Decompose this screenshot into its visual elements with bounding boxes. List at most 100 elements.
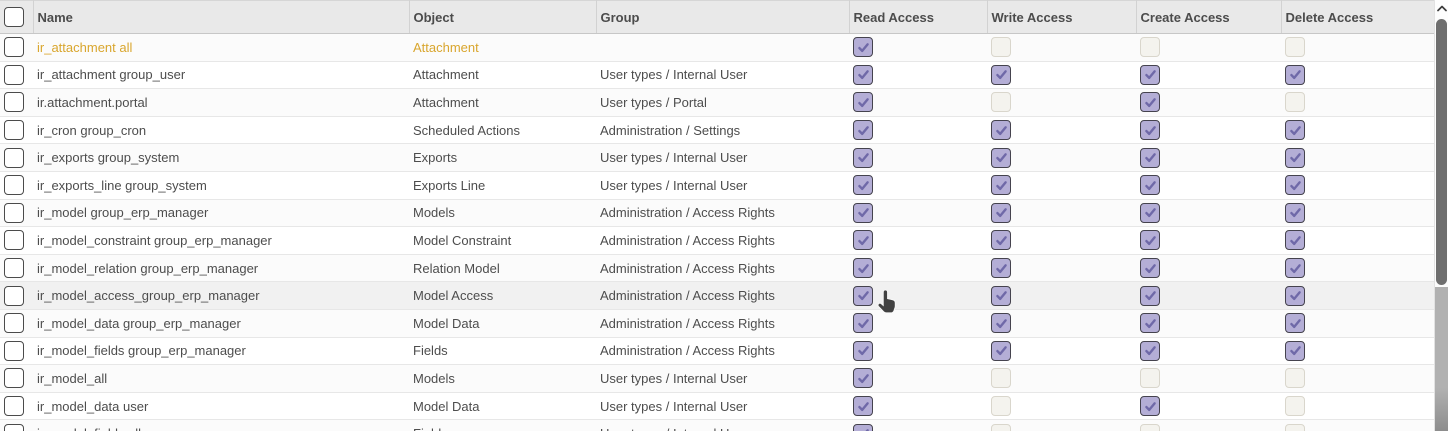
row-select-checkbox[interactable] [4,341,24,361]
column-header-delete-access[interactable]: Delete Access [1281,1,1434,34]
delete-access-checkbox[interactable] [1285,92,1305,112]
cell-object[interactable]: Model Data [409,392,596,420]
cell-group[interactable]: User types / Internal User [596,171,849,199]
cell-group[interactable]: Administration / Access Rights [596,282,849,310]
create-access-checkbox[interactable] [1140,230,1160,250]
write-access-checkbox[interactable] [991,37,1011,57]
cell-group[interactable]: Administration / Access Rights [596,254,849,282]
create-access-checkbox[interactable] [1140,120,1160,140]
table-row[interactable]: ir_exports group_systemExportsUser types… [0,144,1434,172]
write-access-checkbox[interactable] [991,120,1011,140]
delete-access-checkbox[interactable] [1285,313,1305,333]
column-header-object[interactable]: Object [409,1,596,34]
cell-group[interactable] [596,34,849,62]
delete-access-checkbox[interactable] [1285,175,1305,195]
create-access-checkbox[interactable] [1140,258,1160,278]
cell-group[interactable]: Administration / Access Rights [596,227,849,255]
table-row[interactable]: ir_model_access_group_erp_managerModel A… [0,282,1434,310]
read-access-checkbox[interactable] [853,286,873,306]
create-access-checkbox[interactable] [1140,286,1160,306]
read-access-checkbox[interactable] [853,230,873,250]
read-access-checkbox[interactable] [853,92,873,112]
cell-name[interactable]: ir_model_fields group_erp_manager [33,337,409,365]
select-all-header-cell[interactable] [0,1,33,34]
cell-object[interactable]: Exports [409,144,596,172]
cell-object[interactable]: Relation Model [409,254,596,282]
row-select-checkbox[interactable] [4,65,24,85]
table-row[interactable]: ir_cron group_cronScheduled ActionsAdmin… [0,116,1434,144]
delete-access-checkbox[interactable] [1285,341,1305,361]
cell-object[interactable]: Fields [409,337,596,365]
table-row[interactable]: ir_model_relation group_erp_managerRelat… [0,254,1434,282]
cell-group[interactable]: Administration / Settings [596,116,849,144]
create-access-checkbox[interactable] [1140,175,1160,195]
scroll-up-button[interactable] [1435,0,1448,17]
cell-object[interactable]: Scheduled Actions [409,116,596,144]
cell-object[interactable]: Attachment [409,34,596,62]
write-access-checkbox[interactable] [991,230,1011,250]
column-header-group[interactable]: Group [596,1,849,34]
cell-object[interactable]: Attachment [409,89,596,117]
delete-access-checkbox[interactable] [1285,424,1305,431]
cell-name[interactable]: ir_model group_erp_manager [33,199,409,227]
write-access-checkbox[interactable] [991,65,1011,85]
read-access-checkbox[interactable] [853,424,873,431]
cell-group[interactable]: User types / Internal User [596,61,849,89]
read-access-checkbox[interactable] [853,368,873,388]
row-select-checkbox[interactable] [4,148,24,168]
delete-access-checkbox[interactable] [1285,37,1305,57]
table-row[interactable]: ir_exports_line group_systemExports Line… [0,171,1434,199]
cell-object[interactable]: Exports Line [409,171,596,199]
write-access-checkbox[interactable] [991,396,1011,416]
cell-object[interactable]: Attachment [409,61,596,89]
write-access-checkbox[interactable] [991,286,1011,306]
cell-name[interactable]: ir_exports group_system [33,144,409,172]
cell-object[interactable]: Models [409,365,596,393]
create-access-checkbox[interactable] [1140,368,1160,388]
column-header-name[interactable]: Name [33,1,409,34]
cell-name[interactable]: ir.attachment.portal [33,89,409,117]
write-access-checkbox[interactable] [991,258,1011,278]
cell-group[interactable]: Administration / Access Rights [596,337,849,365]
delete-access-checkbox[interactable] [1285,65,1305,85]
cell-object[interactable]: Model Access [409,282,596,310]
read-access-checkbox[interactable] [853,258,873,278]
row-select-checkbox[interactable] [4,37,24,57]
cell-name[interactable]: ir_model_data group_erp_manager [33,309,409,337]
cell-group[interactable]: User types / Internal User [596,420,849,431]
table-row[interactable]: ir_model_fields group_erp_managerFieldsA… [0,337,1434,365]
table-row[interactable]: ir_model_fields allFieldsUser types / In… [0,420,1434,431]
row-select-checkbox[interactable] [4,396,24,416]
read-access-checkbox[interactable] [853,120,873,140]
cell-object[interactable]: Models [409,199,596,227]
row-select-checkbox[interactable] [4,368,24,388]
row-select-checkbox[interactable] [4,203,24,223]
cell-name[interactable]: ir_model_fields all [33,420,409,431]
table-row[interactable]: ir_attachment group_userAttachmentUser t… [0,61,1434,89]
scrollbar-track[interactable] [1435,287,1448,431]
row-select-checkbox[interactable] [4,175,24,195]
cell-group[interactable]: Administration / Access Rights [596,309,849,337]
table-row[interactable]: ir_model_allModelsUser types / Internal … [0,365,1434,393]
delete-access-checkbox[interactable] [1285,396,1305,416]
column-header-create-access[interactable]: Create Access [1136,1,1281,34]
table-row[interactable]: ir_model group_erp_managerModelsAdminist… [0,199,1434,227]
column-header-read-access[interactable]: Read Access [849,1,987,34]
create-access-checkbox[interactable] [1140,92,1160,112]
create-access-checkbox[interactable] [1140,341,1160,361]
table-row[interactable]: ir_attachment allAttachment [0,34,1434,62]
delete-access-checkbox[interactable] [1285,148,1305,168]
row-select-checkbox[interactable] [4,258,24,278]
write-access-checkbox[interactable] [991,341,1011,361]
create-access-checkbox[interactable] [1140,203,1160,223]
cell-group[interactable]: User types / Internal User [596,365,849,393]
write-access-checkbox[interactable] [991,368,1011,388]
cell-object[interactable]: Model Constraint [409,227,596,255]
row-select-checkbox[interactable] [4,313,24,333]
read-access-checkbox[interactable] [853,175,873,195]
row-select-checkbox[interactable] [4,286,24,306]
create-access-checkbox[interactable] [1140,37,1160,57]
table-row[interactable]: ir.attachment.portalAttachmentUser types… [0,89,1434,117]
read-access-checkbox[interactable] [853,203,873,223]
read-access-checkbox[interactable] [853,148,873,168]
